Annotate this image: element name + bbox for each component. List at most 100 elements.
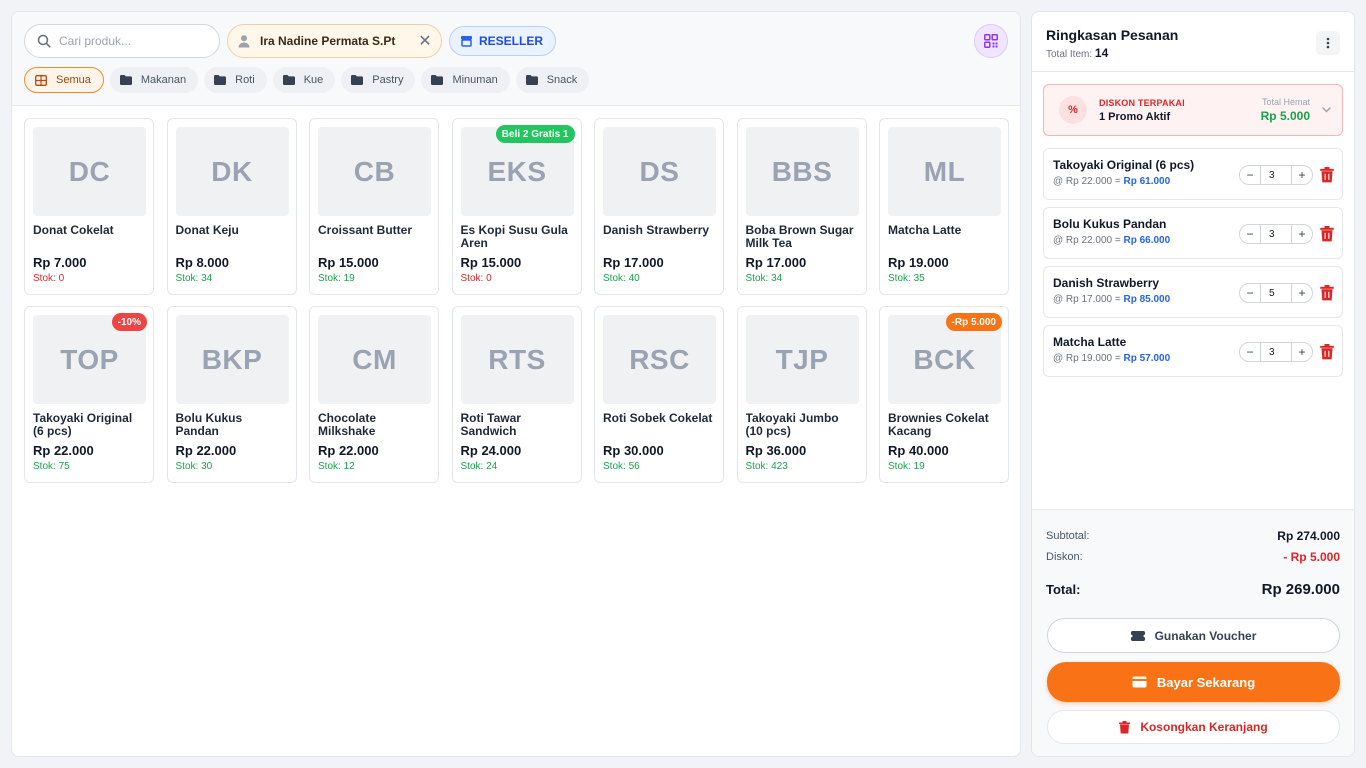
clear-customer-icon[interactable]: ✕ xyxy=(415,31,435,51)
product-price: Rp 7.000 xyxy=(33,255,87,270)
folder-icon xyxy=(431,75,444,85)
product-image-placeholder: RTS xyxy=(460,315,574,404)
product-grid: DC Donat Cokelat Rp 7.000 Stok: 0 DK Donat Ke… xyxy=(24,118,1009,483)
order-header: Ringkasan Pesanan Total Item: 14 xyxy=(1032,12,1354,72)
product-image-placeholder: TJP xyxy=(745,315,859,404)
product-price: Rp 22.000 xyxy=(318,443,379,458)
product-stock: Stok: 19 xyxy=(888,461,925,472)
decrease-quantity-button[interactable]: − xyxy=(1240,225,1260,243)
customer-selector[interactable]: Ira Nadine Permata S.Pt ✕ xyxy=(227,24,442,58)
product-name: Boba Brown Sugar Milk Tea xyxy=(745,224,854,250)
product-card[interactable]: DK Donat Keju Rp 8.000 Stok: 34 xyxy=(166,118,297,295)
reseller-button[interactable]: RESELLER xyxy=(449,26,557,56)
more-vertical-icon xyxy=(1326,37,1330,49)
discount-value: - Rp 5.000 xyxy=(1283,549,1340,564)
more-options-button[interactable] xyxy=(1316,31,1340,55)
quantity-input[interactable]: 5 xyxy=(1260,284,1292,302)
total-items: Total Item: 14 xyxy=(1046,46,1340,60)
category-tab-makanan[interactable]: Makanan xyxy=(109,67,199,93)
increase-quantity-button[interactable]: + xyxy=(1292,166,1312,184)
decrease-quantity-button[interactable]: − xyxy=(1240,166,1260,184)
product-stock: Stok: 24 xyxy=(460,461,498,472)
product-card[interactable]: -10% TOP Takoyaki Original (6 pcs) Rp 22.00… xyxy=(24,306,154,483)
store-icon xyxy=(461,36,472,47)
product-image-placeholder: CM xyxy=(318,315,431,404)
trash-icon[interactable] xyxy=(1320,344,1334,360)
product-stock: Stok: 40 xyxy=(603,273,640,284)
product-name: Donat Keju xyxy=(175,224,239,237)
clear-label: Kosongkan Keranjang xyxy=(1140,720,1268,734)
quantity-input[interactable]: 3 xyxy=(1260,343,1292,361)
total-saving-value: Rp 5.000 xyxy=(1260,109,1310,123)
product-card[interactable]: ML Matcha Latte Rp 19.000 Stok: 35 xyxy=(879,118,1009,295)
active-promo-count: 1 Promo Aktif xyxy=(1099,110,1171,123)
increase-quantity-button[interactable]: + xyxy=(1292,225,1312,243)
product-card[interactable]: RSC Roti Sobek Cokelat Rp 30.000 Stok: 56 xyxy=(594,306,724,483)
product-card[interactable]: DS Danish Strawberry Rp 17.000 Stok: 40 xyxy=(594,118,724,295)
search-box[interactable] xyxy=(24,24,220,58)
discount-label: DISKON TERPAKAI xyxy=(1099,97,1185,108)
category-tab-kue[interactable]: Kue xyxy=(272,67,336,93)
category-tab-minuman[interactable]: Minuman xyxy=(421,67,510,93)
category-tab-semua[interactable]: Semua xyxy=(24,67,104,93)
toolbar: Ira Nadine Permata S.Pt ✕ RESELLER Semua… xyxy=(12,12,1020,106)
product-card[interactable]: BBS Boba Brown Sugar Milk Tea Rp 17.000 Sto… xyxy=(736,118,867,295)
grid-icon xyxy=(35,74,47,86)
increase-quantity-button[interactable]: + xyxy=(1292,343,1312,361)
product-name: Croissant Butter xyxy=(318,224,413,237)
decrease-quantity-button[interactable]: − xyxy=(1240,284,1260,302)
product-name: Takoyaki Jumbo (10 pcs) xyxy=(745,412,839,438)
total-row: Total: Rp 269.000 xyxy=(1046,581,1340,598)
product-card[interactable]: -Rp 5.000 BCK Brownies Cokelat Kacang Rp 40… xyxy=(879,306,1009,483)
quantity-input[interactable]: 3 xyxy=(1260,225,1292,243)
discount-banner[interactable]: % DISKON TERPAKAI 1 Promo Aktif Total He… xyxy=(1043,84,1343,136)
trash-icon[interactable] xyxy=(1320,167,1334,183)
category-tab-roti[interactable]: Roti xyxy=(204,67,267,93)
user-icon xyxy=(238,35,250,48)
increase-quantity-button[interactable]: + xyxy=(1292,284,1312,302)
decrease-quantity-button[interactable]: − xyxy=(1240,343,1260,361)
product-price: Rp 22.000 xyxy=(175,443,237,458)
total-items-value: 14 xyxy=(1094,46,1109,60)
product-card[interactable]: DC Donat Cokelat Rp 7.000 Stok: 0 xyxy=(24,118,154,295)
product-card[interactable]: BKP Bolu Kukus Pandan Rp 22.000 Stok: 30 xyxy=(166,306,297,483)
product-image-placeholder: CB xyxy=(318,127,431,216)
credit-card-icon xyxy=(1132,676,1147,688)
subtotal-row: Subtotal: Rp 274.000 xyxy=(1046,525,1340,546)
product-stock: Stok: 34 xyxy=(745,273,783,284)
chevron-down-icon[interactable] xyxy=(1318,107,1334,113)
cart-item-total: Rp 61.000 xyxy=(1123,176,1171,187)
pay-now-button[interactable]: Bayar Sekarang xyxy=(1047,662,1340,702)
use-voucher-button[interactable]: Gunakan Voucher xyxy=(1047,618,1340,653)
category-label: Pastry xyxy=(372,74,404,86)
trash-icon[interactable] xyxy=(1320,285,1334,301)
order-title: Ringkasan Pesanan xyxy=(1046,27,1179,43)
qr-scan-button[interactable] xyxy=(974,24,1008,58)
product-price: Rp 24.000 xyxy=(460,443,522,458)
category-tab-pastry[interactable]: Pastry xyxy=(341,67,416,93)
quantity-input[interactable]: 3 xyxy=(1260,166,1292,184)
folder-icon xyxy=(214,75,227,85)
product-price: Rp 15.000 xyxy=(318,255,379,270)
clear-cart-button[interactable]: Kosongkan Keranjang xyxy=(1047,710,1340,744)
discount-row-label: Diskon: xyxy=(1046,550,1083,563)
trash-icon xyxy=(1119,720,1131,733)
product-image-placeholder: DC xyxy=(33,127,146,216)
product-stock: Stok: 12 xyxy=(318,461,355,472)
total-label: Total: xyxy=(1046,582,1081,597)
category-label: Semua xyxy=(56,74,91,86)
product-card[interactable]: Beli 2 Gratis 1 EKS Es Kopi Susu Gula Aren… xyxy=(451,118,582,295)
trash-icon[interactable] xyxy=(1320,226,1334,242)
cart-item: Bolu Kukus Pandan @ Rp 22.000 = Rp 66.000… xyxy=(1043,207,1343,259)
product-card[interactable]: TJP Takoyaki Jumbo (10 pcs) Rp 36.000 Stok:… xyxy=(736,306,867,483)
search-input[interactable] xyxy=(59,34,209,48)
product-card[interactable]: RTS Roti Tawar Sandwich Rp 24.000 Stok: 24 xyxy=(451,306,582,483)
product-stock: Stok: 0 xyxy=(33,273,65,284)
category-tab-snack[interactable]: Snack xyxy=(515,67,590,93)
product-card[interactable]: CB Croissant Butter Rp 15.000 Stok: 19 xyxy=(309,118,439,295)
product-price: Rp 17.000 xyxy=(745,255,807,270)
product-card[interactable]: CM Chocolate Milkshake Rp 22.000 Stok: 12 xyxy=(309,306,439,483)
pay-label: Bayar Sekarang xyxy=(1156,674,1256,690)
folder-icon xyxy=(525,75,538,85)
product-stock: Stok: 19 xyxy=(318,273,355,284)
